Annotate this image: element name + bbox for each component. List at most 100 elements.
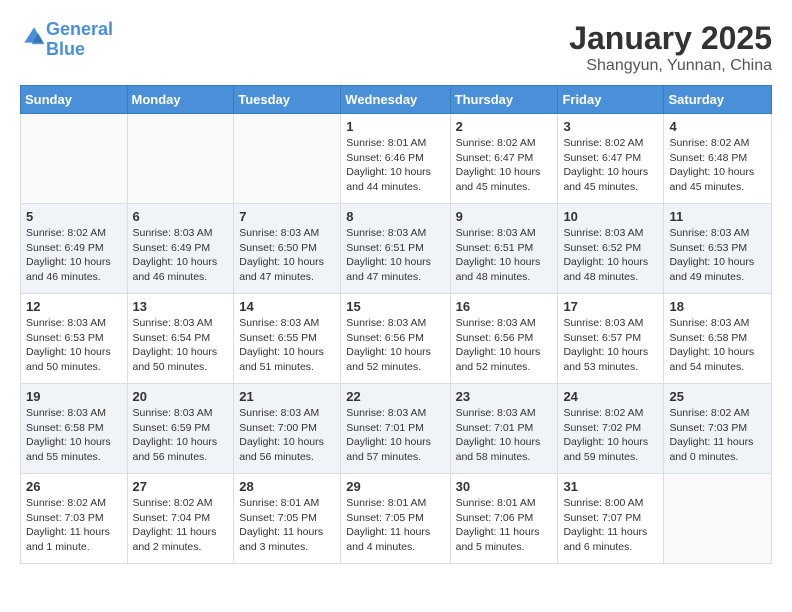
day-info: Sunrise: 8:03 AM Sunset: 6:55 PM Dayligh… [239,316,335,375]
day-number: 18 [669,299,766,314]
day-number: 4 [669,119,766,134]
calendar-cell: 13Sunrise: 8:03 AM Sunset: 6:54 PM Dayli… [127,294,234,384]
calendar-subtitle: Shangyun, Yunnan, China [569,57,772,75]
day-number: 14 [239,299,335,314]
day-number: 26 [26,479,122,494]
day-info: Sunrise: 8:03 AM Sunset: 6:51 PM Dayligh… [456,226,553,285]
day-info: Sunrise: 8:02 AM Sunset: 7:04 PM Dayligh… [133,496,229,555]
calendar-cell: 20 Sunrise: 8:03 AM Sunset: 6:59 PM Dayli… [127,384,234,474]
weekday-header-wednesday: Wednesday [341,86,450,114]
day-number: 31 [563,479,658,494]
day-number: 25 [669,389,766,404]
day-info: Sunrise: 8:01 AM Sunset: 6:46 PM Dayligh… [346,136,444,195]
day-number: 5 [26,209,122,224]
logo-text: General Blue [46,20,113,60]
calendar-cell: 17 Sunrise: 8:03 AM Sunset: 6:57 PM Dayli… [558,294,664,384]
calendar-cell: 28 Sunrise: 8:01 AM Sunset: 7:05 PM Dayli… [234,474,341,564]
day-number: 20 [133,389,229,404]
calendar-cell: 2 Sunrise: 8:02 AM Sunset: 6:47 PM Daylig… [450,114,558,204]
day-number: 9 [456,209,553,224]
logo-icon [22,25,46,49]
day-number: 2 [456,119,553,134]
day-number: 1 [346,119,444,134]
calendar-cell: 26Sunrise: 8:02 AM Sunset: 7:03 PM Dayli… [21,474,128,564]
day-number: 15 [346,299,444,314]
day-number: 13 [133,299,229,314]
day-number: 10 [563,209,658,224]
day-number: 21 [239,389,335,404]
day-info: Sunrise: 8:01 AM Sunset: 7:06 PM Dayligh… [456,496,553,555]
calendar-cell [234,114,341,204]
calendar-title: January 2025 [569,20,772,57]
day-number: 17 [563,299,658,314]
calendar-cell: 27 Sunrise: 8:02 AM Sunset: 7:04 PM Dayli… [127,474,234,564]
weekday-header-row: SundayMondayTuesdayWednesdayThursdayFrid… [21,86,772,114]
day-info: Sunrise: 8:03 AM Sunset: 6:52 PM Dayligh… [563,226,658,285]
calendar-week-row: 26Sunrise: 8:02 AM Sunset: 7:03 PM Dayli… [21,474,772,564]
weekday-header-tuesday: Tuesday [234,86,341,114]
day-info: Sunrise: 8:01 AM Sunset: 7:05 PM Dayligh… [346,496,444,555]
calendar-cell: 21Sunrise: 8:03 AM Sunset: 7:00 PM Dayli… [234,384,341,474]
calendar-cell: 18Sunrise: 8:03 AM Sunset: 6:58 PM Dayli… [664,294,772,384]
day-number: 27 [133,479,229,494]
day-number: 7 [239,209,335,224]
day-info: Sunrise: 8:03 AM Sunset: 6:59 PM Dayligh… [133,406,229,465]
title-block: January 2025 Shangyun, Yunnan, China [569,20,772,75]
day-info: Sunrise: 8:02 AM Sunset: 6:47 PM Dayligh… [456,136,553,195]
calendar-cell: 19Sunrise: 8:03 AM Sunset: 6:58 PM Dayli… [21,384,128,474]
calendar-week-row: 5 Sunrise: 8:02 AM Sunset: 6:49 PM Daylig… [21,204,772,294]
calendar-cell [127,114,234,204]
calendar-cell: 22Sunrise: 8:03 AM Sunset: 7:01 PM Dayli… [341,384,450,474]
day-number: 30 [456,479,553,494]
weekday-header-sunday: Sunday [21,86,128,114]
calendar-cell: 10 Sunrise: 8:03 AM Sunset: 6:52 PM Dayli… [558,204,664,294]
calendar-week-row: 1 Sunrise: 8:01 AM Sunset: 6:46 PM Daylig… [21,114,772,204]
day-number: 8 [346,209,444,224]
day-number: 3 [563,119,658,134]
day-info: Sunrise: 8:03 AM Sunset: 6:50 PM Dayligh… [239,226,335,285]
day-info: Sunrise: 8:01 AM Sunset: 7:05 PM Dayligh… [239,496,335,555]
day-info: Sunrise: 8:03 AM Sunset: 7:01 PM Dayligh… [456,406,553,465]
calendar-cell: 12Sunrise: 8:03 AM Sunset: 6:53 PM Dayli… [21,294,128,384]
calendar-cell: 15 Sunrise: 8:03 AM Sunset: 6:56 PM Dayli… [341,294,450,384]
day-info: Sunrise: 8:00 AM Sunset: 7:07 PM Dayligh… [563,496,658,555]
calendar-cell: 24Sunrise: 8:02 AM Sunset: 7:02 PM Dayli… [558,384,664,474]
weekday-header-friday: Friday [558,86,664,114]
calendar-cell: 4 Sunrise: 8:02 AM Sunset: 6:48 PM Daylig… [664,114,772,204]
day-number: 23 [456,389,553,404]
calendar-cell [21,114,128,204]
weekday-header-monday: Monday [127,86,234,114]
day-info: Sunrise: 8:03 AM Sunset: 7:01 PM Dayligh… [346,406,444,465]
calendar-cell: 25Sunrise: 8:02 AM Sunset: 7:03 PM Dayli… [664,384,772,474]
day-info: Sunrise: 8:03 AM Sunset: 6:57 PM Dayligh… [563,316,658,375]
calendar-week-row: 12Sunrise: 8:03 AM Sunset: 6:53 PM Dayli… [21,294,772,384]
calendar-table: SundayMondayTuesdayWednesdayThursdayFrid… [20,85,772,564]
weekday-header-thursday: Thursday [450,86,558,114]
day-info: Sunrise: 8:03 AM Sunset: 6:53 PM Dayligh… [669,226,766,285]
logo: General Blue [20,20,113,60]
day-number: 11 [669,209,766,224]
day-info: Sunrise: 8:03 AM Sunset: 6:51 PM Dayligh… [346,226,444,285]
day-number: 16 [456,299,553,314]
calendar-cell: 31 Sunrise: 8:00 AM Sunset: 7:07 PM Dayli… [558,474,664,564]
day-info: Sunrise: 8:03 AM Sunset: 6:56 PM Dayligh… [346,316,444,375]
calendar-cell: 16Sunrise: 8:03 AM Sunset: 6:56 PM Dayli… [450,294,558,384]
day-info: Sunrise: 8:02 AM Sunset: 6:48 PM Dayligh… [669,136,766,195]
calendar-cell: 8 Sunrise: 8:03 AM Sunset: 6:51 PM Daylig… [341,204,450,294]
weekday-header-saturday: Saturday [664,86,772,114]
day-number: 24 [563,389,658,404]
day-info: Sunrise: 8:03 AM Sunset: 6:49 PM Dayligh… [133,226,229,285]
calendar-cell: 11 Sunrise: 8:03 AM Sunset: 6:53 PM Dayli… [664,204,772,294]
day-info: Sunrise: 8:02 AM Sunset: 6:47 PM Dayligh… [563,136,658,195]
day-number: 12 [26,299,122,314]
day-number: 19 [26,389,122,404]
calendar-cell: 1 Sunrise: 8:01 AM Sunset: 6:46 PM Daylig… [341,114,450,204]
calendar-cell: 23 Sunrise: 8:03 AM Sunset: 7:01 PM Dayli… [450,384,558,474]
calendar-cell: 6Sunrise: 8:03 AM Sunset: 6:49 PM Daylig… [127,204,234,294]
calendar-week-row: 19Sunrise: 8:03 AM Sunset: 6:58 PM Dayli… [21,384,772,474]
day-info: Sunrise: 8:02 AM Sunset: 6:49 PM Dayligh… [26,226,122,285]
calendar-cell: 29Sunrise: 8:01 AM Sunset: 7:05 PM Dayli… [341,474,450,564]
day-number: 28 [239,479,335,494]
calendar-cell: 3 Sunrise: 8:02 AM Sunset: 6:47 PM Daylig… [558,114,664,204]
calendar-cell: 14 Sunrise: 8:03 AM Sunset: 6:55 PM Dayli… [234,294,341,384]
